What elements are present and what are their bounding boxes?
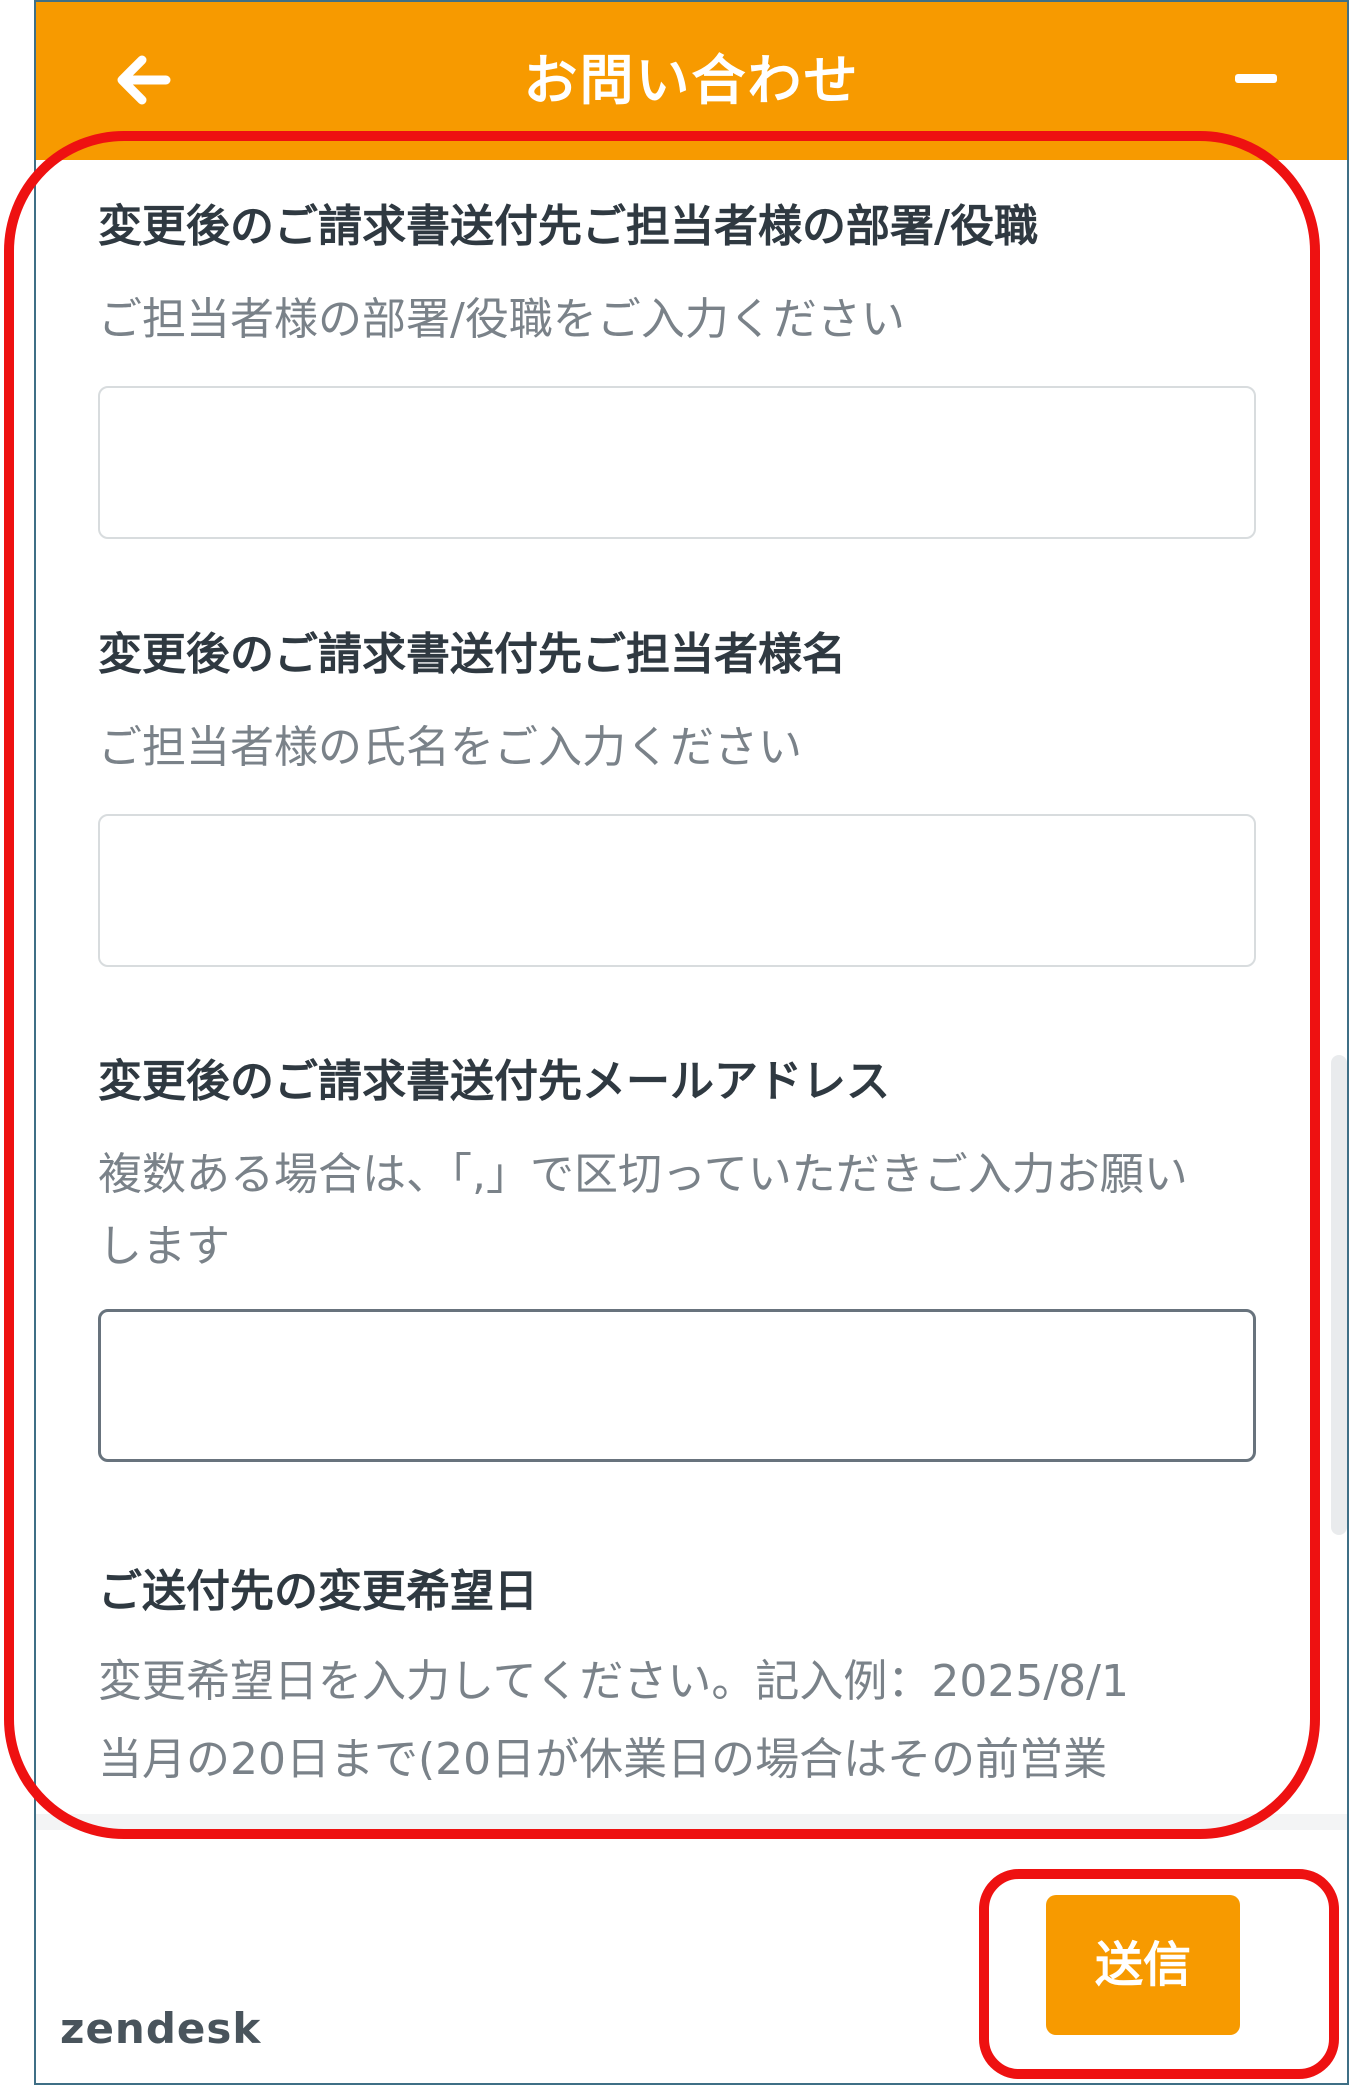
- widget-header: お問い合わせ: [36, 2, 1347, 160]
- field-label: 変更後のご請求書送付先ご担当者様名: [98, 629, 846, 680]
- department-input[interactable]: [98, 386, 1256, 539]
- header-title: お問い合わせ: [523, 49, 860, 112]
- field-hint-line: 当月の20日まで(20日が休業日の場合はその前営業: [98, 1734, 1108, 1785]
- field-label: 変更後のご請求書送付先メールアドレス: [98, 1056, 890, 1107]
- field-department: 変更後のご請求書送付先ご担当者様の部署/役職 ご担当者様の部署/役職をご入力くだ…: [98, 190, 1258, 539]
- field-hint-line: 複数ある場合は、「,」で区切っていただきご入力お願い: [98, 1149, 1188, 1200]
- minus-icon[interactable]: [1235, 74, 1277, 83]
- form-scroll-area[interactable]: 変更後のご請求書送付先ご担当者様の部署/役職 ご担当者様の部署/役職をご入力くだ…: [36, 160, 1347, 1830]
- zendesk-logo: zendesk: [60, 2004, 262, 2053]
- field-hint: ご担当者様の部署/役職をご入力ください: [98, 294, 905, 345]
- content-divider: [36, 1814, 1347, 1830]
- field-email: 変更後のご請求書送付先メールアドレス 複数ある場合は、「,」で区切っていただきご…: [98, 1045, 1258, 1462]
- email-input[interactable]: [98, 1309, 1256, 1462]
- field-change-date: ご送付先の変更希望日 変更希望日を入力してください。記入例：2025/8/1 当…: [98, 1555, 1258, 1830]
- chat-widget: お問い合わせ 変更後のご請求書送付先ご担当者様の部署/役職 ご担当者様の部署/役…: [34, 0, 1349, 2085]
- send-button[interactable]: 送信: [1046, 1895, 1240, 2035]
- field-label: ご送付先の変更希望日: [98, 1566, 538, 1617]
- scrollbar[interactable]: [1331, 1055, 1347, 1535]
- field-hint: 複数ある場合は、「,」で区切っていただきご入力お願い します: [98, 1139, 1258, 1283]
- field-hint: 変更希望日を入力してください。記入例：2025/8/1 当月の20日まで(20日…: [98, 1643, 1258, 1830]
- contact-name-input[interactable]: [98, 814, 1256, 967]
- field-contact-name: 変更後のご請求書送付先ご担当者様名 ご担当者様の氏名をご入力ください: [98, 618, 1258, 967]
- field-label: 変更後のご請求書送付先ご担当者様の部署/役職: [98, 201, 1039, 252]
- field-hint-line: 変更希望日を入力してください。記入例：2025/8/1: [98, 1656, 1129, 1707]
- field-hint-line: します: [98, 1221, 230, 1272]
- field-hint: ご担当者様の氏名をご入力ください: [98, 722, 802, 773]
